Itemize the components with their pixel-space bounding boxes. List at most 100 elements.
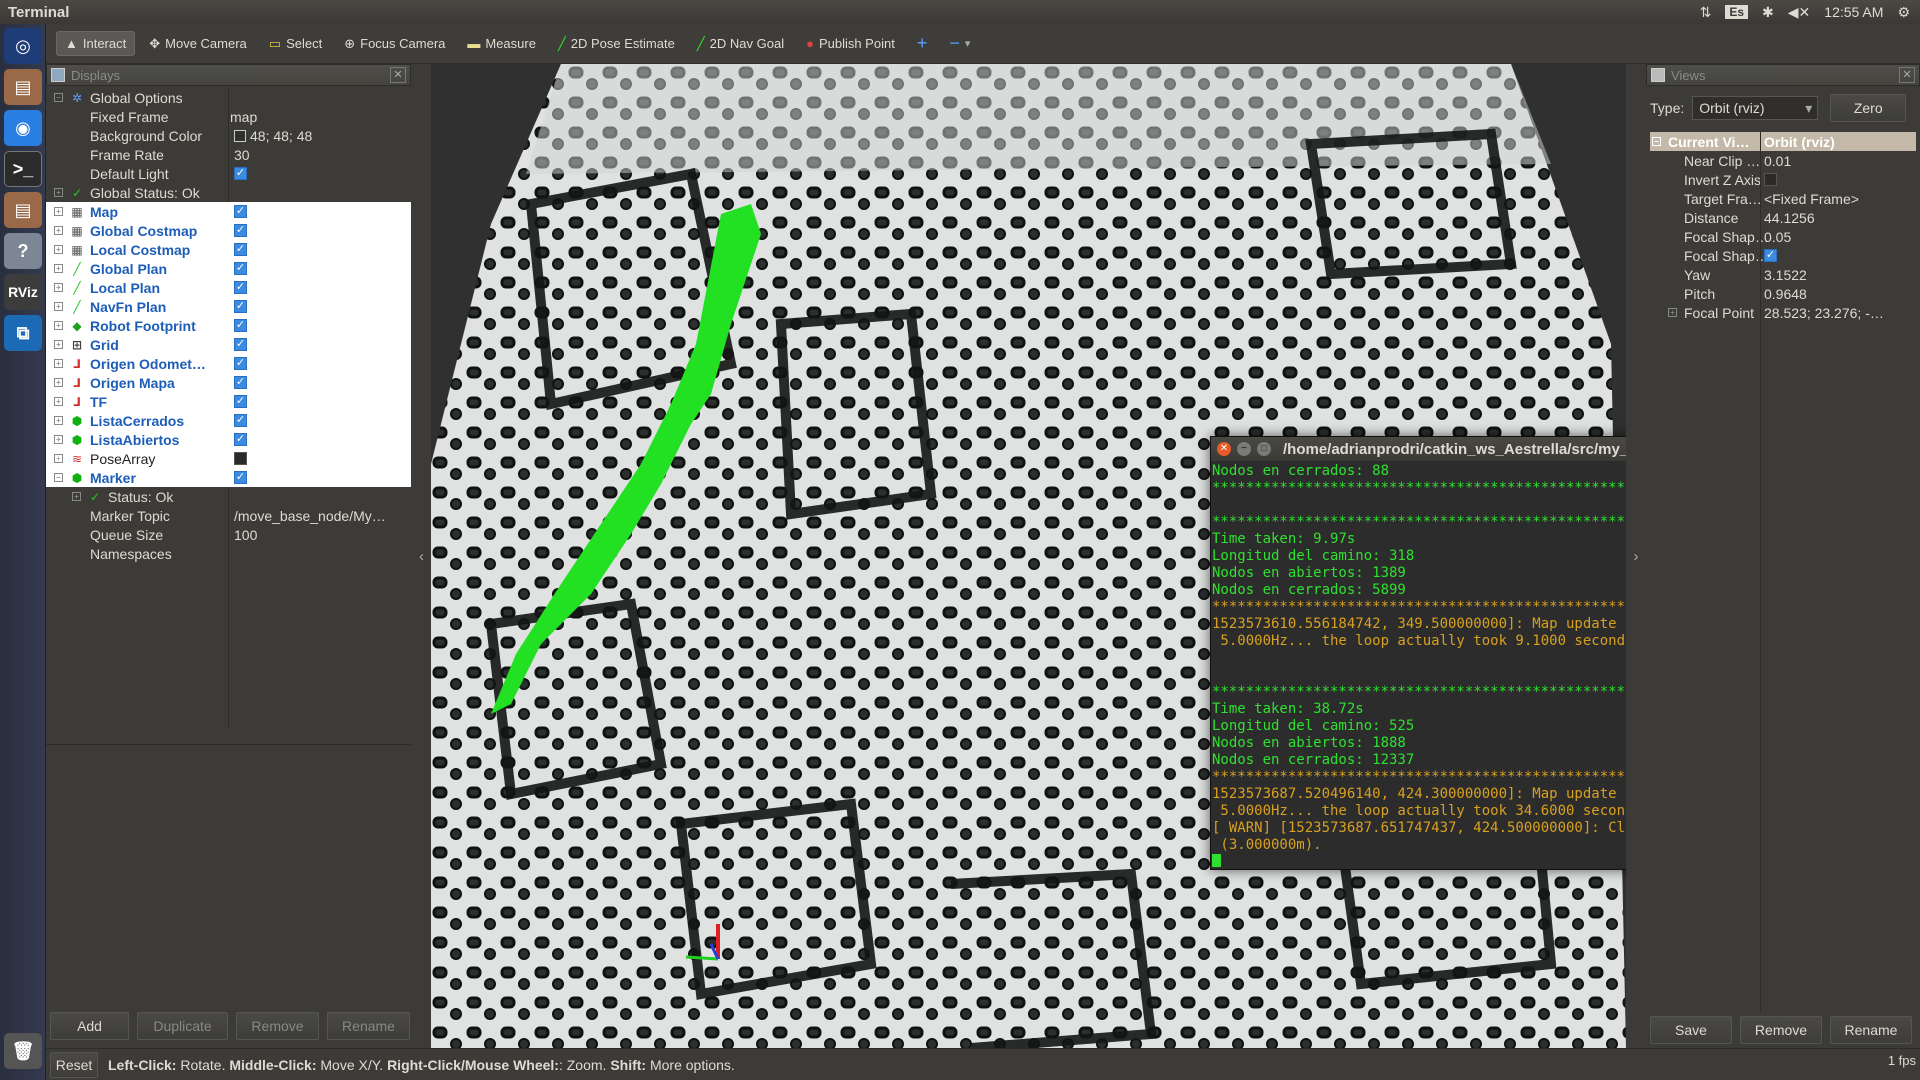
grid-checkbox[interactable]: ✓: [234, 338, 247, 351]
view-type-select[interactable]: Orbit (rviz): [1692, 96, 1819, 120]
expand-icon[interactable]: +: [54, 378, 63, 387]
expand-icon[interactable]: +: [72, 492, 81, 501]
expand-icon[interactable]: +: [54, 397, 63, 406]
marker-checkbox[interactable]: ✓: [234, 471, 247, 484]
expand-icon[interactable]: +: [54, 321, 63, 330]
display-item-tf[interactable]: + ⅃ TF ✓: [46, 392, 411, 411]
measure-tool[interactable]: ▬ Measure: [459, 32, 544, 55]
trash-icon[interactable]: 🗑: [4, 1033, 42, 1069]
current-view-row[interactable]: − Current View Orbit (rviz): [1650, 132, 1916, 151]
terminal-titlebar[interactable]: ✕ − □ /home/adrianprodri/catkin_ws_Aestr…: [1211, 437, 1626, 461]
reset-button[interactable]: Reset: [50, 1051, 98, 1078]
interact-tool[interactable]: ▲ Interact: [56, 31, 136, 56]
display-item-origen-mapa[interactable]: + ⅃ Origen Mapa ✓: [46, 373, 411, 392]
add-tool-button[interactable]: +: [909, 29, 936, 58]
terminal-window[interactable]: ✕ − □ /home/adrianprodri/catkin_ws_Aestr…: [1210, 436, 1626, 870]
color-swatch-field[interactable]: 48; 48; 48: [234, 128, 409, 144]
maximize-icon[interactable]: □: [1257, 442, 1271, 456]
expand-icon[interactable]: +: [54, 435, 63, 444]
expand-icon[interactable]: +: [54, 264, 63, 273]
bluetooth-icon[interactable]: ✱: [1762, 4, 1774, 21]
expand-icon[interactable]: +: [54, 359, 63, 368]
tree-row-marker-status[interactable]: + ✓ Status: Ok: [46, 487, 411, 506]
pitch-row[interactable]: Pitch 0.9648: [1650, 284, 1916, 303]
expand-icon[interactable]: +: [1668, 308, 1677, 317]
collapse-icon[interactable]: −: [54, 93, 63, 102]
tree-row-namespaces[interactable]: Namespaces: [46, 544, 411, 563]
tree-row-background-color[interactable]: Background Color 48; 48; 48: [46, 126, 411, 145]
focal-point-row[interactable]: + Focal Point 28.523; 23.276; -…: [1650, 303, 1916, 322]
tree-row-global-status[interactable]: + ✓ Global Status: Ok: [46, 183, 411, 202]
remove-button[interactable]: Remove: [235, 1012, 319, 1040]
files-icon[interactable]: ▤: [4, 69, 42, 105]
rename-view-button[interactable]: Rename: [1830, 1016, 1912, 1044]
pose-estimate-tool[interactable]: ╱ 2D Pose Estimate: [550, 32, 683, 56]
expand-icon[interactable]: +: [54, 245, 63, 254]
files-icon[interactable]: ▤: [4, 192, 42, 228]
left-dock-handle[interactable]: ‹: [412, 64, 431, 1048]
help-icon[interactable]: ?: [4, 233, 42, 269]
publish-point-tool[interactable]: ● Publish Point: [798, 32, 903, 55]
expand-icon[interactable]: +: [54, 283, 63, 292]
lista-cerrados-checkbox[interactable]: ✓: [234, 414, 247, 427]
tf-checkbox[interactable]: ✓: [234, 395, 247, 408]
robot-footprint-checkbox[interactable]: ✓: [234, 319, 247, 332]
display-item-map[interactable]: + ▦ Map ✓: [46, 202, 411, 221]
collapse-icon[interactable]: −: [54, 473, 63, 482]
tree-row-default-light[interactable]: Default Light ✓: [46, 164, 411, 183]
expand-icon[interactable]: +: [54, 226, 63, 235]
display-item-global-costmap[interactable]: + ▦ Global Costmap ✓: [46, 221, 411, 240]
focal-shape-fixed-row[interactable]: Focal Shap… ✓: [1650, 246, 1916, 265]
global-plan-checkbox[interactable]: ✓: [234, 262, 247, 275]
zero-button[interactable]: Zero: [1830, 94, 1907, 122]
invert-z-row[interactable]: Invert Z Axis: [1650, 170, 1916, 189]
ubuntu-dash-icon[interactable]: ◎: [4, 28, 42, 64]
pose-array-checkbox[interactable]: [234, 452, 247, 465]
map-checkbox[interactable]: ✓: [234, 205, 247, 218]
save-view-button[interactable]: Save: [1650, 1016, 1732, 1044]
add-button[interactable]: Add: [50, 1012, 130, 1040]
gear-icon[interactable]: ⚙: [1897, 4, 1910, 21]
local-costmap-checkbox[interactable]: ✓: [234, 243, 247, 256]
expand-icon[interactable]: +: [54, 454, 63, 463]
focal-shape-checkbox[interactable]: ✓: [1764, 249, 1777, 262]
rename-button[interactable]: Rename: [327, 1012, 411, 1040]
distance-row[interactable]: Distance 44.1256: [1650, 208, 1916, 227]
right-dock-handle[interactable]: ›: [1626, 64, 1646, 1048]
expand-icon[interactable]: +: [54, 416, 63, 425]
local-plan-checkbox[interactable]: ✓: [234, 281, 247, 294]
volume-icon[interactable]: ◀✕: [1788, 4, 1811, 21]
display-item-local-plan[interactable]: + ╱ Local Plan ✓: [46, 278, 411, 297]
yaw-row[interactable]: Yaw 3.1522: [1650, 265, 1916, 284]
nav-goal-tool[interactable]: ╱ 2D Nav Goal: [689, 32, 792, 56]
remove-view-button[interactable]: Remove: [1740, 1016, 1822, 1044]
chrome-icon[interactable]: ◉: [4, 110, 42, 146]
rviz-3d-viewport[interactable]: ✕ − □ /home/adrianprodri/catkin_ws_Aestr…: [431, 64, 1626, 1048]
display-item-lista-cerrados[interactable]: + ⬢ ListaCerrados ✓: [46, 411, 411, 430]
display-item-grid[interactable]: + ⊞ Grid ✓: [46, 335, 411, 354]
tree-row-queue-size[interactable]: Queue Size 100: [46, 525, 411, 544]
invert-z-checkbox[interactable]: [1764, 173, 1777, 186]
tree-row-global-options[interactable]: − ✲ Global Options: [46, 88, 411, 107]
rviz-icon[interactable]: RViz: [4, 274, 42, 310]
move-camera-tool[interactable]: ✥ Move Camera: [141, 32, 255, 56]
near-clip-row[interactable]: Near Clip … 0.01: [1650, 151, 1916, 170]
minimize-icon[interactable]: −: [1237, 442, 1251, 456]
display-item-marker[interactable]: − ⬢ Marker ✓: [46, 468, 411, 487]
display-item-local-costmap[interactable]: + ▦ Local Costmap ✓: [46, 240, 411, 259]
expand-icon[interactable]: +: [54, 340, 63, 349]
origen-odometria-checkbox[interactable]: ✓: [234, 357, 247, 370]
close-icon[interactable]: ✕: [390, 67, 406, 83]
target-frame-row[interactable]: Target Fra… <Fixed Frame>: [1650, 189, 1916, 208]
expand-icon[interactable]: +: [54, 207, 63, 216]
global-costmap-checkbox[interactable]: ✓: [234, 224, 247, 237]
remove-tool-button[interactable]: − ▾: [941, 29, 978, 58]
display-item-origen-odometria[interactable]: + ⅃ Origen Odomet… ✓: [46, 354, 411, 373]
focal-shape-size-row[interactable]: Focal Shap… 0.05: [1650, 227, 1916, 246]
focus-camera-tool[interactable]: ⊕ Focus Camera: [336, 32, 453, 56]
display-item-global-plan[interactable]: + ╱ Global Plan ✓: [46, 259, 411, 278]
terminal-icon[interactable]: >_: [4, 151, 42, 187]
network-icon[interactable]: ⇅: [1700, 4, 1712, 21]
display-item-lista-abiertos[interactable]: + ⬢ ListaAbiertos ✓: [46, 430, 411, 449]
duplicate-button[interactable]: Duplicate: [137, 1012, 228, 1040]
